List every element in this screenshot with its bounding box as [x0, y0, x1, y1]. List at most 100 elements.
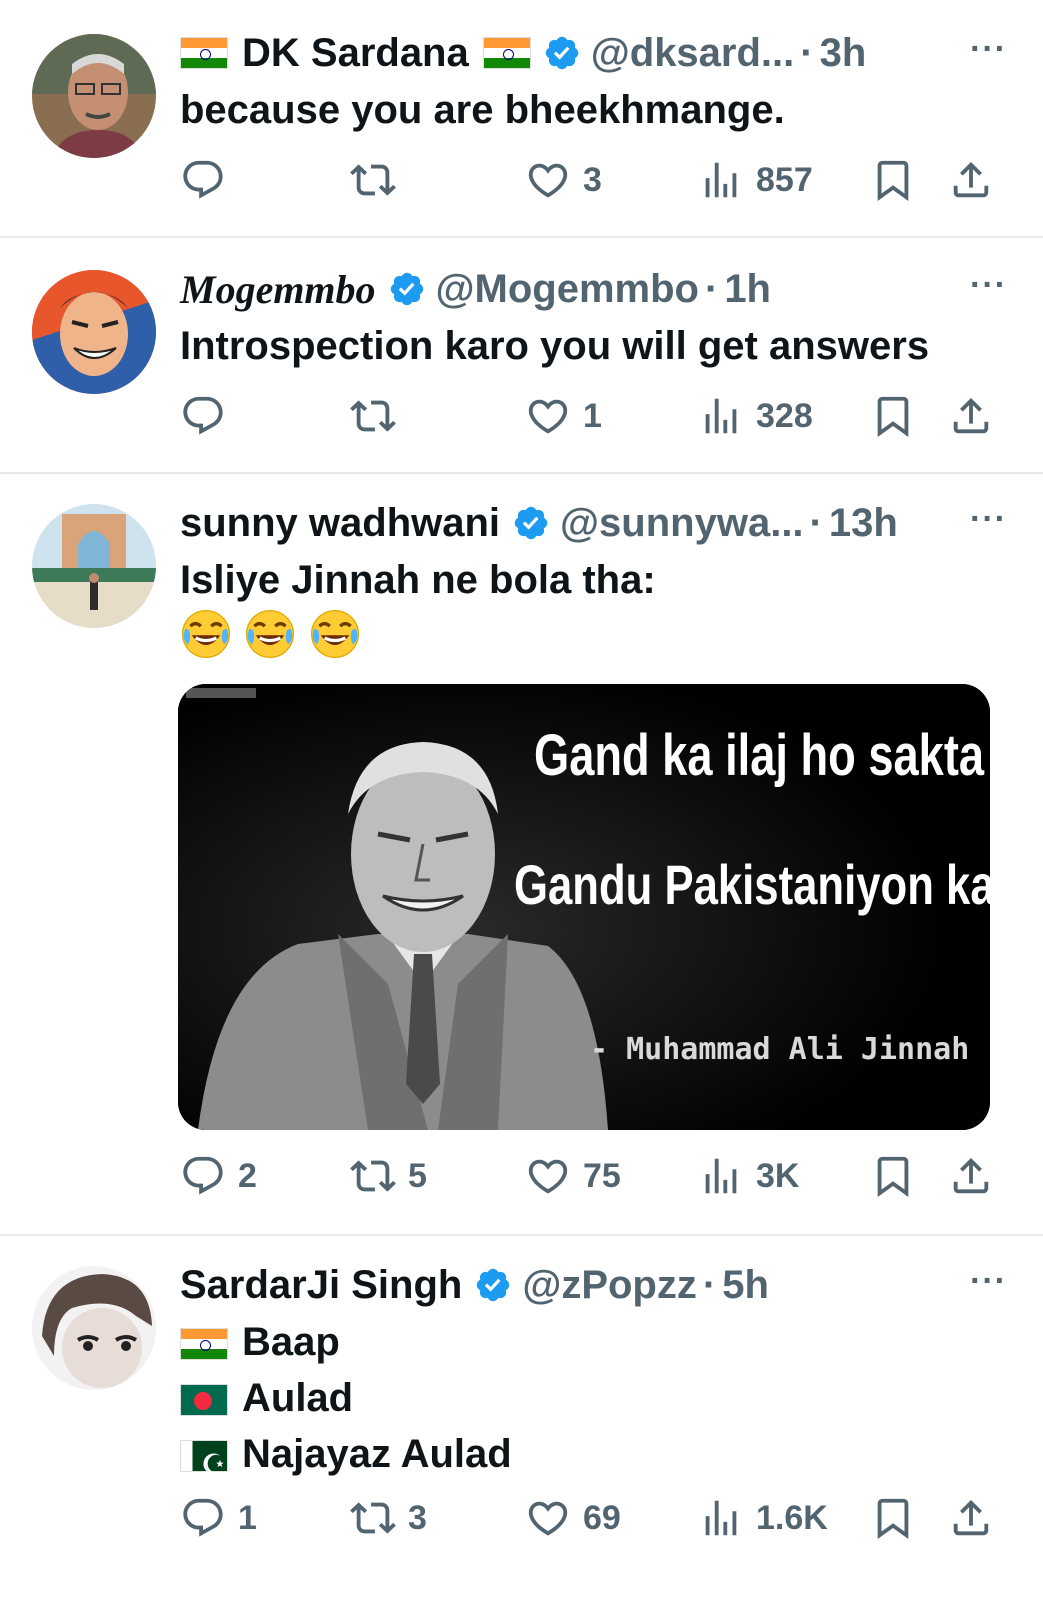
like-button[interactable]: 69: [525, 1488, 621, 1548]
separator: ·: [809, 500, 823, 545]
display-name[interactable]: Mogemmbo: [180, 266, 376, 313]
verified-badge-icon: [512, 504, 550, 542]
timestamp[interactable]: 3h: [820, 31, 867, 76]
like-button[interactable]: 3: [525, 150, 602, 210]
reply-icon: [180, 157, 226, 203]
reply-button[interactable]: 1: [180, 1488, 257, 1548]
verified-badge-icon: [474, 1266, 512, 1304]
share-button[interactable]: [948, 150, 994, 210]
emoji-row: [180, 608, 369, 664]
tweet[interactable]: sunny wadhwani @sunnywa... · 13h ··· Isl…: [0, 474, 1043, 1236]
more-options-icon[interactable]: ···: [970, 500, 1007, 539]
like-button[interactable]: 1: [525, 386, 602, 446]
pakistan-flag-icon: [180, 1437, 228, 1493]
tweet-header: SardarJi Singh @zPopzz · 5h: [180, 1260, 1003, 1310]
bookmark-icon: [870, 1153, 916, 1199]
like-button[interactable]: 75: [525, 1146, 621, 1206]
tweet[interactable]: Mogemmbo @Mogemmbo · 1h ··· Introspectio…: [0, 238, 1043, 474]
tweet-text: Introspection karo you will get answers: [180, 324, 930, 368]
views-icon: [698, 393, 744, 439]
views-button[interactable]: 1.6K: [698, 1488, 828, 1548]
verified-badge-icon: [543, 34, 581, 72]
heart-icon: [525, 1153, 571, 1199]
face-with-tears-of-joy-icon: [244, 608, 296, 660]
share-icon: [948, 393, 994, 439]
display-name[interactable]: sunny wadhwani: [180, 501, 500, 546]
retweet-button[interactable]: 5: [350, 1146, 427, 1206]
bookmark-button[interactable]: [870, 386, 916, 446]
retweet-icon: [350, 1495, 396, 1541]
avatar[interactable]: [32, 34, 156, 158]
retweet-icon: [350, 1153, 396, 1199]
bookmark-button[interactable]: [870, 1146, 916, 1206]
timestamp[interactable]: 5h: [722, 1263, 769, 1308]
reply-button[interactable]: [180, 150, 238, 210]
tweet-text: Baap Aulad Najayaz Aulad: [180, 1314, 1003, 1493]
bookmark-icon: [870, 1495, 916, 1541]
text-line: Baap: [180, 1314, 1003, 1370]
reply-button[interactable]: [180, 386, 238, 446]
more-options-icon[interactable]: ···: [970, 1262, 1007, 1301]
separator: ·: [704, 266, 719, 311]
reply-button[interactable]: 2: [180, 1146, 257, 1206]
user-handle[interactable]: @Mogemmbo: [436, 267, 699, 312]
heart-icon: [525, 1495, 571, 1541]
tweet[interactable]: DK Sardana @dksard... · 3h ··· because y…: [0, 0, 1043, 238]
verified-badge-icon: [388, 270, 426, 308]
share-button[interactable]: [948, 386, 994, 446]
retweet-button[interactable]: [350, 150, 408, 210]
tweet-text: Isliye Jinnah ne bola tha:: [180, 558, 656, 602]
separator: ·: [800, 30, 814, 75]
user-handle[interactable]: @zPopzz: [522, 1263, 697, 1308]
share-icon: [948, 157, 994, 203]
share-button[interactable]: [948, 1488, 994, 1548]
text-line: Najayaz Aulad: [180, 1426, 1003, 1493]
retweet-icon: [350, 157, 396, 203]
bookmark-button[interactable]: [870, 1488, 916, 1548]
share-icon: [948, 1153, 994, 1199]
tweet-actions: 3 857: [180, 150, 1000, 210]
more-options-icon[interactable]: ···: [970, 30, 1007, 69]
reply-icon: [180, 393, 226, 439]
views-icon: [698, 1495, 744, 1541]
bookmark-icon: [870, 157, 916, 203]
tweet-text: because you are bheekhmange.: [180, 88, 785, 132]
views-button[interactable]: 3K: [698, 1146, 799, 1206]
views-button[interactable]: 857: [698, 150, 813, 210]
share-button[interactable]: [948, 1146, 994, 1206]
avatar[interactable]: [32, 1266, 156, 1390]
avatar[interactable]: [32, 504, 156, 628]
display-name[interactable]: DK Sardana: [242, 31, 469, 76]
tweet-actions: 1 328: [180, 386, 1000, 446]
face-with-tears-of-joy-icon: [180, 608, 232, 660]
retweet-button[interactable]: [350, 386, 408, 446]
views-icon: [698, 157, 744, 203]
timestamp[interactable]: 1h: [724, 267, 771, 312]
reply-icon: [180, 1153, 226, 1199]
more-options-icon[interactable]: ···: [970, 266, 1007, 305]
user-handle[interactable]: @dksard...: [591, 31, 795, 76]
display-name[interactable]: SardarJi Singh: [180, 1263, 462, 1308]
tweet-actions: 1 3 69 1.6K: [180, 1488, 1000, 1548]
tweet-header: DK Sardana @dksard... · 3h: [180, 28, 1003, 78]
india-flag-icon: [180, 1328, 228, 1361]
image-quote-line-2: Gandu Pakistaniyon ka nahi: [514, 853, 990, 916]
face-with-tears-of-joy-icon: [309, 608, 361, 660]
views-button[interactable]: 328: [698, 386, 813, 446]
share-icon: [948, 1495, 994, 1541]
bookmark-button[interactable]: [870, 150, 916, 210]
tweet-actions: 2 5 75 3K: [180, 1146, 1000, 1206]
india-flag-icon: [180, 37, 228, 69]
user-handle[interactable]: @sunnywa...: [560, 501, 804, 546]
reply-icon: [180, 1495, 226, 1541]
tweet-header: Mogemmbo @Mogemmbo · 1h: [180, 264, 1003, 314]
image-quote-line-1: Gand ka ilaj ho sakta hai.: [534, 723, 990, 788]
bookmark-icon: [870, 393, 916, 439]
retweet-icon: [350, 393, 396, 439]
tweet-image[interactable]: Gand ka ilaj ho sakta hai. Gandu Pakista…: [178, 684, 990, 1130]
avatar[interactable]: [32, 270, 156, 394]
timestamp[interactable]: 13h: [829, 501, 898, 546]
retweet-button[interactable]: 3: [350, 1488, 427, 1548]
india-flag-icon: [482, 37, 531, 69]
tweet[interactable]: SardarJi Singh @zPopzz · 5h ··· Baap Aul…: [0, 1236, 1043, 1600]
